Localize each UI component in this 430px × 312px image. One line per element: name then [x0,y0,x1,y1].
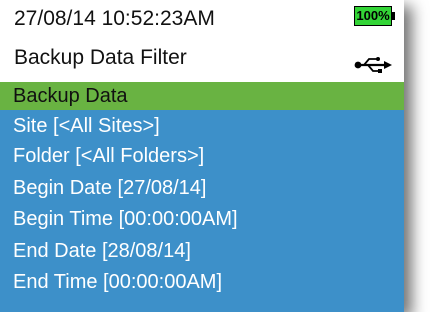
page-title: Backup Data Filter [14,46,187,69]
menu-item-label: Site [<All Sites>] [13,115,160,137]
battery-tip [392,12,395,20]
menu-item-backup-data[interactable]: Backup Data [0,82,404,110]
title-row: Backup Data Filter [0,36,404,82]
menu-item-site[interactable]: Site [<All Sites>] [0,112,404,140]
menu-item-label: Begin Time [00:00:00AM] [13,208,238,230]
menu-item-label: End Date [28/08/14] [13,240,191,262]
menu-item-label: End Time [00:00:00AM] [13,271,223,293]
battery-indicator: 100% [354,6,395,26]
datetime-display: 27/08/14 10:52:23AM [14,7,215,30]
menu-item-label: Begin Date [27/08/14] [13,177,207,199]
menu-item-begin-date[interactable]: Begin Date [27/08/14] [0,174,404,202]
menu-item-folder[interactable]: Folder [<All Folders>] [0,142,404,170]
battery-icon: 100% [354,6,392,26]
menu-item-label: Backup Data [13,85,128,107]
status-bar: 27/08/14 10:52:23AM 100% [0,0,404,36]
menu-item-end-date[interactable]: End Date [28/08/14] [0,237,404,265]
menu-item-end-time[interactable]: End Time [00:00:00AM] [0,268,404,296]
usb-icon [354,57,392,73]
menu-item-label: Folder [<All Folders>] [13,145,205,167]
device-screen: 27/08/14 10:52:23AM 100% Backup Data Fil… [0,0,404,312]
battery-label: 100% [356,8,390,23]
menu-item-begin-time[interactable]: Begin Time [00:00:00AM] [0,205,404,233]
backup-filter-menu: Backup Data Site [<All Sites>] Folder [<… [0,82,404,312]
